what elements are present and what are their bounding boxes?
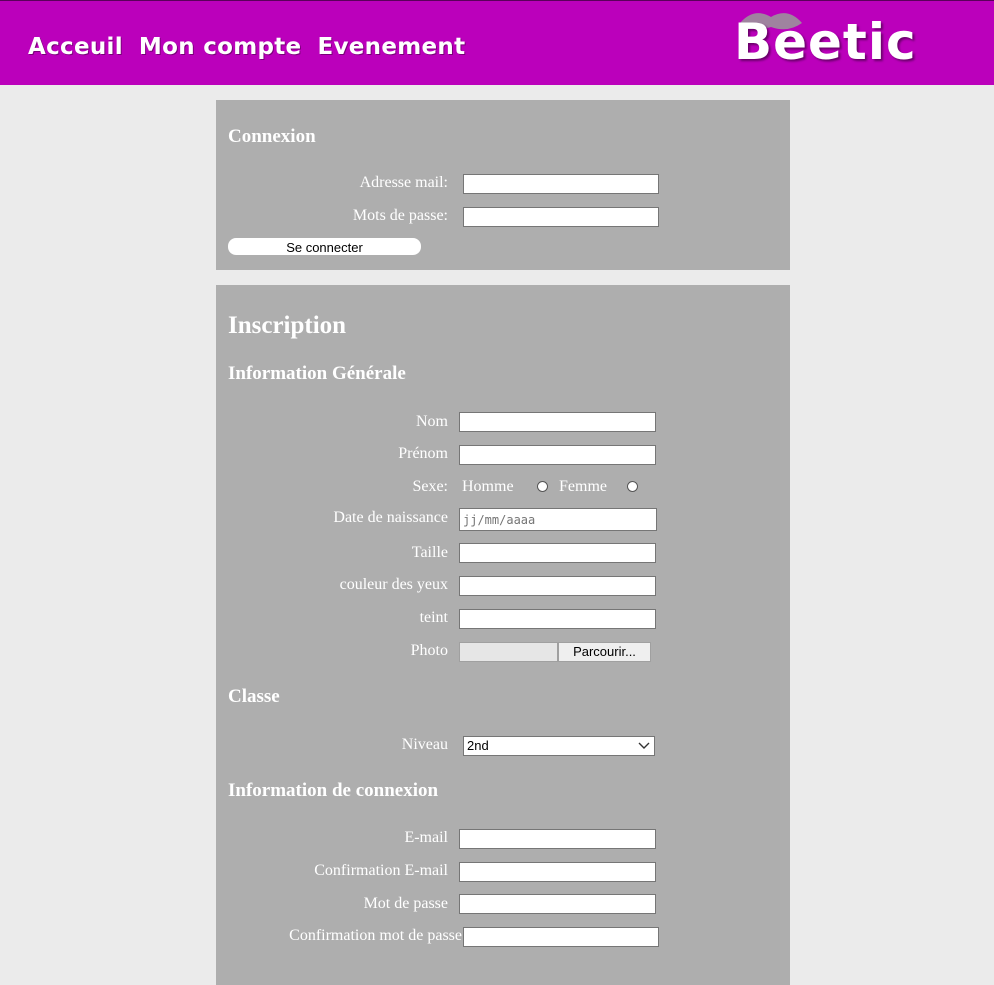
- login-title: Connexion: [228, 126, 316, 147]
- signup-title: Inscription: [228, 312, 347, 339]
- signup-password-label: Mot de passe: [363, 895, 448, 912]
- signup-email-label: E-mail: [404, 829, 448, 846]
- signup-email-confirm-label: Confirmation E-mail: [314, 862, 448, 879]
- nav-link-evenement[interactable]: Evenement: [317, 34, 465, 60]
- taille-input[interactable]: [459, 543, 656, 563]
- sexe-homme-label: Homme: [462, 478, 514, 495]
- niveau-select[interactable]: 2nd: [463, 736, 655, 756]
- signup-email-input[interactable]: [459, 829, 656, 849]
- niveau-label: Niveau: [401, 736, 448, 753]
- chevron-down-icon: [638, 742, 650, 749]
- brand-name: Beetic: [734, 13, 917, 71]
- teint-input[interactable]: [459, 609, 656, 629]
- login-email-input[interactable]: [463, 174, 659, 194]
- sexe-homme-radio[interactable]: [537, 481, 548, 492]
- yeux-input[interactable]: [459, 576, 656, 596]
- nom-input[interactable]: [459, 412, 656, 432]
- sexe-label: Sexe:: [412, 478, 448, 495]
- nav-link-mon-compte[interactable]: Mon compte: [139, 34, 302, 60]
- birthdate-label: Date de naissance: [333, 509, 448, 526]
- login-email-label: Adresse mail:: [359, 174, 448, 191]
- photo-file-field[interactable]: [459, 642, 558, 662]
- brand-logo[interactable]: Beetic: [730, 7, 930, 77]
- niveau-selected-value: 2nd: [467, 738, 489, 753]
- prenom-input[interactable]: [459, 445, 656, 465]
- birthdate-input[interactable]: [459, 508, 657, 531]
- sexe-femme-label: Femme: [559, 478, 607, 495]
- signup-password-input[interactable]: [459, 894, 656, 914]
- prenom-label: Prénom: [398, 445, 448, 462]
- signup-panel: Inscription Information Générale Nom Pré…: [216, 285, 790, 985]
- sexe-femme-radio[interactable]: [627, 481, 638, 492]
- photo-label: Photo: [410, 642, 448, 659]
- yeux-label: couleur des yeux: [339, 576, 448, 593]
- teint-label: teint: [419, 609, 448, 626]
- connexion-section-title: Information de connexion: [228, 780, 439, 801]
- classe-section-title: Classe: [228, 686, 280, 707]
- main-nav: Acceuil Mon compte Evenement: [28, 34, 465, 60]
- signup-email-confirm-input[interactable]: [459, 862, 656, 882]
- general-section-title: Information Générale: [228, 363, 406, 384]
- login-submit-button[interactable]: Se connecter: [228, 238, 421, 255]
- header-bar: Acceuil Mon compte Evenement Beetic: [0, 0, 994, 85]
- login-password-label: Mots de passe:: [352, 207, 448, 224]
- nom-label: Nom: [416, 413, 448, 430]
- photo-browse-button[interactable]: Parcourir...: [558, 642, 651, 662]
- nav-link-acceuil[interactable]: Acceuil: [28, 34, 123, 60]
- login-panel: Connexion Adresse mail: Mots de passe: S…: [216, 100, 790, 270]
- taille-label: Taille: [411, 544, 448, 561]
- signup-password-confirm-label: Confirmation mot de passe: [289, 927, 462, 944]
- login-password-input[interactable]: [463, 207, 659, 227]
- signup-password-confirm-input[interactable]: [463, 927, 659, 947]
